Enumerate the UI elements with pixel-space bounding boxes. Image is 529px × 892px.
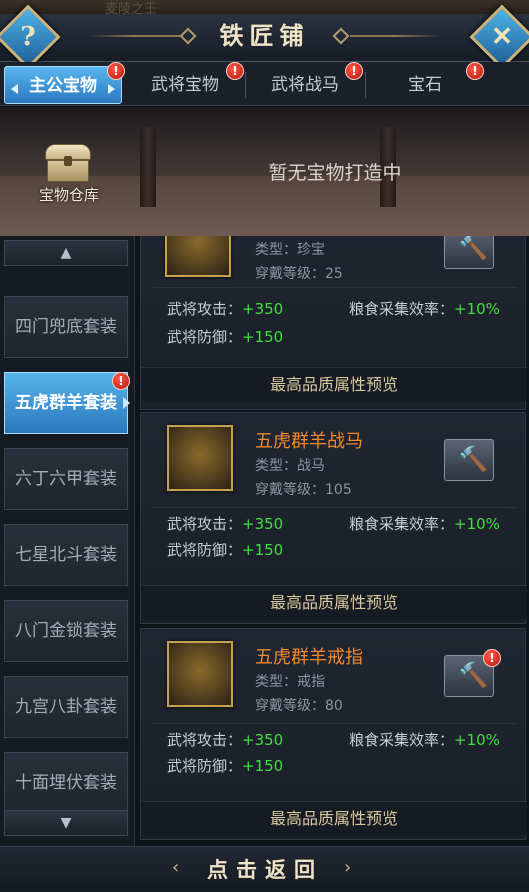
treasure-item-icon[interactable] [165,236,231,277]
warehouse-label[interactable]: 宝物仓库 [30,184,108,205]
item-name: 五虎群羊战马 [255,431,363,452]
stat-attack: 武将攻击：+350 [167,731,284,749]
chevron-up-icon: ▲ [60,245,72,261]
footer-bar: ‹ 点击返回 › [0,846,529,892]
stat-attack: 武将攻击：+350 [167,300,284,318]
alert-badge-icon: ! [466,62,484,80]
forge-button[interactable]: 🔨 [444,439,494,481]
stat-defense: 武将防御：+150 [167,328,284,346]
empty-forge-message: 暂无宝物打造中 [268,162,402,184]
sidebar-item-simen[interactable]: 四门兜底套装 [4,296,128,358]
alert-badge-icon: ! [226,62,244,80]
preview-button[interactable]: 最高品质属性预览 [141,367,527,401]
chevron-right-icon: › [344,857,352,878]
question-icon: ? [20,22,36,52]
sidebar-item-bamen[interactable]: 八门金锁套装 [4,600,128,662]
item-card: 五虎群羊战马 类型：战马 穿戴等级：105 🔨 武将攻击：+350 粮食采集效率… [140,412,527,624]
item-card: 类型：珍宝 穿戴等级：25 🔨 武将攻击：+350 粮食采集效率：+10% 武将… [140,236,527,410]
window-title: 铁匠铺 [219,22,310,50]
stat-attack: 武将攻击：+350 [167,515,284,533]
item-level: 穿戴等级：105 [255,482,352,498]
alert-badge-icon: ! [483,649,501,667]
ring-item-icon[interactable] [167,641,233,707]
tab-lord-treasure[interactable]: 主公宝物 [4,66,122,104]
arrow-left-icon [11,84,18,94]
arrow-right-icon [108,84,115,94]
preview-button[interactable]: 最高品质属性预览 [141,585,527,619]
forge-button[interactable]: 🔨 [444,236,494,269]
title-ornament-right [350,35,440,37]
alert-badge-icon: ! [112,372,130,390]
item-list: 类型：珍宝 穿戴等级：25 🔨 武将攻击：+350 粮食采集效率：+10% 武将… [137,236,529,846]
alert-badge-icon: ! [107,62,125,80]
item-type: 类型：戒指 [255,674,325,690]
alert-badge-icon: ! [345,62,363,80]
preview-button[interactable]: 最高品质属性预览 [141,801,527,835]
item-type: 类型：战马 [255,458,325,474]
sidebar-item-liuding[interactable]: 六丁六甲套装 [4,448,128,510]
treasure-chest-icon[interactable] [45,144,91,182]
hammer-icon: 🔨 [458,445,488,473]
stat-defense: 武将防御：+150 [167,757,284,775]
stat-gather: 粮食采集效率：+10% [349,300,500,318]
divider [151,507,517,508]
back-button[interactable]: 点击返回 [170,855,360,885]
scroll-up-button[interactable]: ▲ [4,240,128,266]
item-level: 穿戴等级：80 [255,698,343,714]
item-level: 穿戴等级：25 [255,266,343,282]
sidebar-item-jiugong[interactable]: 九宫八卦套装 [4,676,128,738]
item-name: 五虎群羊戒指 [255,647,363,668]
stat-defense: 武将防御：+150 [167,541,284,559]
item-type: 类型：珍宝 [255,242,325,258]
chevron-down-icon: ▼ [60,815,72,831]
scroll-down-button[interactable]: ▼ [4,810,128,836]
divider [151,287,517,288]
hammer-icon: 🔨 [458,661,488,689]
sidebar-item-wuhu[interactable]: 五虎群羊套装 [4,372,128,434]
sidebar-item-qixing[interactable]: 七星北斗套装 [4,524,128,586]
stat-gather: 粮食采集效率：+10% [349,515,500,533]
selected-arrow-icon [123,397,130,409]
banner-pillar [140,127,156,207]
close-icon: ✕ [491,22,513,52]
stat-gather: 粮食采集效率：+10% [349,731,500,749]
horse-item-icon[interactable] [167,425,233,491]
item-card: 五虎群羊戒指 类型：戒指 穿戴等级：80 🔨 ! 武将攻击：+350 粮食采集效… [140,628,527,840]
category-tabs: 主公宝物 ! 武将宝物 ! 武将战马 ! 宝石 ! [0,62,529,106]
sidebar-item-shimian[interactable]: 十面埋伏套装 [4,752,128,814]
divider [151,723,517,724]
hammer-icon: 🔨 [458,236,488,261]
